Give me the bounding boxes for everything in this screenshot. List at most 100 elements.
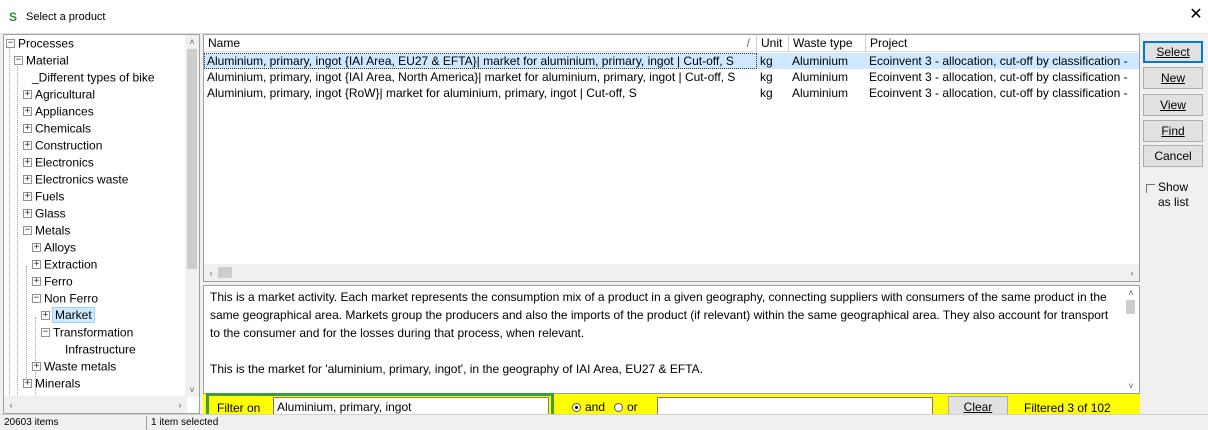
collapse-icon[interactable]: − <box>41 328 50 338</box>
tree-item[interactable]: Infrastructure <box>65 341 136 358</box>
tree-item-label: Infrastructure <box>65 342 136 357</box>
tree-item[interactable]: + Agricultural <box>23 86 95 103</box>
expand-icon[interactable]: + <box>23 141 32 151</box>
tree-item-label: Transformation <box>53 325 134 340</box>
scroll-down-icon[interactable]: ˅ <box>1124 380 1138 392</box>
scroll-thumb[interactable] <box>1126 300 1135 314</box>
description-text: This is a market activity. Each market r… <box>210 288 1115 378</box>
select-button[interactable]: Select <box>1143 41 1203 63</box>
column-header-unit[interactable]: Unit <box>757 35 789 52</box>
expand-icon[interactable]: + <box>23 209 32 219</box>
tree-item[interactable]: + Construction <box>23 137 102 154</box>
tree-item[interactable]: + Chemicals <box>23 120 91 137</box>
product-grid[interactable]: Name / Unit Waste type Project Aluminium… <box>203 34 1140 282</box>
tree-item[interactable]: + Market <box>41 307 95 324</box>
new-button[interactable]: New <box>1143 67 1203 89</box>
tree-item[interactable]: + Minerals <box>23 375 80 392</box>
expand-icon[interactable]: + <box>23 192 32 202</box>
tree-item[interactable]: + Extraction <box>32 256 97 273</box>
table-row[interactable]: Aluminium, primary, ingot {IAI Area, EU2… <box>204 53 1139 69</box>
collapse-icon[interactable]: − <box>32 294 41 304</box>
tree-item[interactable]: + Alloys <box>32 239 76 256</box>
scroll-right-icon[interactable]: › <box>173 399 187 411</box>
tree-item[interactable]: − Metals <box>23 222 70 239</box>
tree-content: − Processes − Material _Different types of b… <box>4 35 187 397</box>
expand-icon[interactable]: + <box>41 311 50 321</box>
table-cell-project: Ecoinvent 3 - allocation, cut-off by cla… <box>869 86 1128 100</box>
scroll-down-icon[interactable]: ˅ <box>185 384 199 396</box>
tree-item-label: Agricultural <box>35 87 96 102</box>
tree-horizontal-scrollbar[interactable]: ‹ › <box>4 396 187 413</box>
table-cell-project: Ecoinvent 3 - allocation, cut-off by cla… <box>869 54 1128 68</box>
close-icon[interactable]: ✕ <box>1188 6 1204 24</box>
expand-icon[interactable]: + <box>32 362 41 372</box>
grid-header: Name / Unit Waste type Project <box>204 35 1139 52</box>
tree-item-label: Appliances <box>35 104 94 119</box>
scroll-thumb[interactable] <box>218 267 232 278</box>
show-as-list-checkbox[interactable] <box>1146 184 1155 193</box>
tree-item-label: Electronics waste <box>35 172 129 187</box>
table-row[interactable]: Aluminium, primary, ingot {RoW}| market … <box>204 85 1139 101</box>
expand-icon[interactable]: + <box>32 260 41 270</box>
scroll-left-icon[interactable]: ‹ <box>4 399 18 411</box>
expand-icon[interactable]: + <box>32 277 41 287</box>
collapse-icon[interactable]: − <box>14 56 23 66</box>
collapse-icon[interactable]: − <box>23 226 32 236</box>
expand-icon[interactable]: + <box>23 158 32 168</box>
item-count: 20603 items <box>0 416 147 430</box>
and-radio[interactable]: and <box>572 400 605 414</box>
tree-item-label: Material <box>26 53 69 68</box>
table-cell-waste: Aluminium <box>792 54 849 68</box>
tree-item[interactable]: − Processes <box>6 35 74 52</box>
column-header-project[interactable]: Project <box>866 35 1139 52</box>
table-cell-name: Aluminium, primary, ingot {IAI Area, Nor… <box>207 70 736 84</box>
description-paragraph: This is a market activity. Each market r… <box>210 290 1109 340</box>
tree-vertical-scrollbar[interactable]: ˄ ˅ <box>185 35 199 397</box>
tree-item[interactable]: + Electronics waste <box>23 171 128 188</box>
or-radio[interactable]: or <box>614 400 638 414</box>
tree-item[interactable]: + Fuels <box>23 188 64 205</box>
expand-icon[interactable]: + <box>23 107 32 117</box>
scroll-up-icon[interactable]: ˄ <box>185 36 199 48</box>
description-panel: This is a market activity. Each market r… <box>203 285 1140 394</box>
tree-connector <box>26 266 27 386</box>
collapse-icon[interactable]: − <box>6 39 15 49</box>
tree-item[interactable]: + Appliances <box>23 103 94 120</box>
tree-item-label: Construction <box>35 138 103 153</box>
cancel-button[interactable]: Cancel <box>1143 145 1203 167</box>
table-cell-unit: kg <box>760 86 773 100</box>
table-cell-waste: Aluminium <box>792 70 849 84</box>
view-button[interactable]: View <box>1143 94 1203 116</box>
tree-item[interactable]: + Ferro <box>32 273 73 290</box>
expand-icon[interactable]: + <box>23 379 32 389</box>
column-header-name[interactable]: Name / <box>204 35 757 52</box>
expand-icon[interactable]: + <box>32 243 41 253</box>
table-cell-project: Ecoinvent 3 - allocation, cut-off by cla… <box>869 70 1128 84</box>
tree-item[interactable]: − Transformation <box>41 324 133 341</box>
expand-icon[interactable]: + <box>23 90 32 100</box>
tree-item-label: Chemicals <box>35 121 92 136</box>
find-button[interactable]: Find <box>1143 120 1203 142</box>
grid-horizontal-scrollbar[interactable]: ‹ › <box>204 264 1139 281</box>
scroll-left-icon[interactable]: ‹ <box>204 267 218 279</box>
expand-icon[interactable]: + <box>23 175 32 185</box>
tree-item[interactable]: − Non Ferro <box>32 290 98 307</box>
scroll-up-icon[interactable]: ˄ <box>1124 287 1138 299</box>
description-scrollbar[interactable]: ˄ ˅ <box>1122 286 1139 393</box>
column-header-waste-type[interactable]: Waste type <box>789 35 866 52</box>
tree-connector <box>17 62 18 397</box>
table-row[interactable]: Aluminium, primary, ingot {IAI Area, Nor… <box>204 69 1139 85</box>
tree-item[interactable]: + Glass <box>23 205 66 222</box>
tree-item[interactable]: − Material <box>14 52 69 69</box>
tree-item[interactable]: + Electronics <box>23 154 94 171</box>
expand-icon[interactable]: + <box>23 124 32 134</box>
filter-label: Filter on <box>217 401 261 415</box>
category-tree[interactable]: − Processes − Material _Different types of b… <box>3 34 200 414</box>
tree-item[interactable]: _Different types of bike <box>32 69 155 86</box>
scroll-right-icon[interactable]: › <box>1125 267 1139 279</box>
selection-count: 1 item selected <box>151 417 219 428</box>
tree-item-label: Waste metals <box>44 359 117 374</box>
tree-item[interactable]: + Waste metals <box>32 358 116 375</box>
scroll-thumb[interactable] <box>187 49 197 269</box>
show-as-list-label: Show as list <box>1158 180 1189 209</box>
